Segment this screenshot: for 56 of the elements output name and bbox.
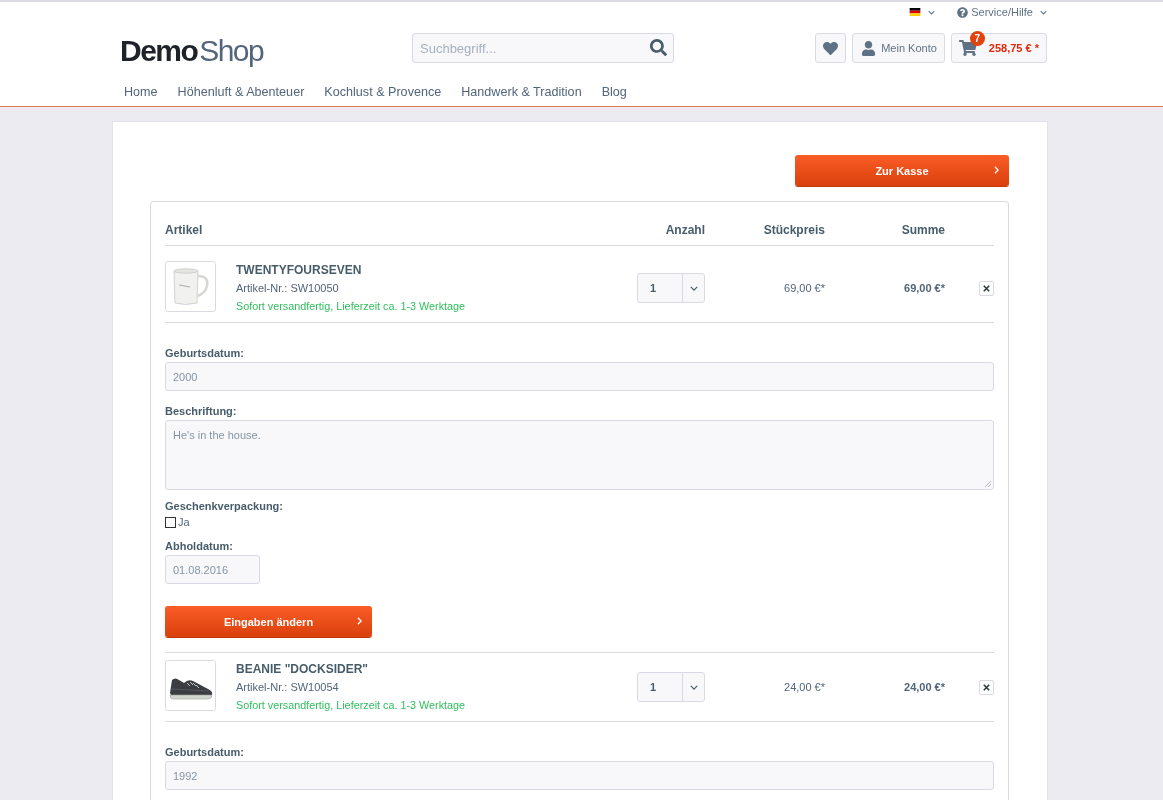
user-icon: [861, 40, 877, 56]
heart-icon: [823, 40, 839, 56]
checkout-button[interactable]: Zur Kasse: [795, 155, 1009, 186]
nav-link[interactable]: Höhenluft & Abenteuer: [177, 82, 305, 102]
column-header: Summe: [901, 223, 945, 238]
resize-grip-icon[interactable]: [985, 481, 991, 487]
chevron-right-icon: [994, 166, 999, 174]
chevron-down-icon: [689, 285, 698, 291]
delivery-status: Sofort versandfertig, Lieferzeit ca. 1-3 Werktage: [236, 698, 466, 713]
nav-link[interactable]: Blog: [601, 82, 627, 102]
service-menu[interactable]: Service/Hilfe: [957, 5, 1047, 19]
product-title[interactable]: TWENTYFOURSEVEN: [236, 261, 466, 279]
checkbox[interactable]: [165, 516, 176, 528]
chevron-down-icon: [689, 684, 698, 690]
cart-button[interactable]: 7 258,75 € *: [950, 33, 1047, 63]
field-label: Abholdatum:: [165, 539, 234, 554]
field-label: Geschenkverpackung:: [165, 499, 284, 514]
article-number: Artikel-Nr.: SW10050: [236, 281, 340, 296]
nav-link[interactable]: Home: [124, 82, 158, 102]
article-number: Artikel-Nr.: SW10054: [236, 680, 340, 695]
column-header: Anzahl: [665, 223, 705, 238]
help-icon: [957, 6, 969, 18]
cart-count-badge: 7: [969, 31, 985, 46]
unit-price: 24,00 €*: [784, 681, 825, 693]
account-button[interactable]: Mein Konto: [852, 33, 945, 63]
sneaker-drawing[interactable]: [165, 660, 216, 711]
delivery-status: Sofort versandfertig, Lieferzeit ca. 1-3 Werktage: [236, 299, 466, 314]
cart-icon: [958, 39, 977, 57]
chevron-down-icon: [1040, 9, 1047, 15]
column-header: Artikel: [165, 223, 203, 238]
search-icon[interactable]: [650, 39, 667, 56]
update-button[interactable]: Eingaben ändern: [165, 606, 372, 637]
chevron-down-icon: [928, 9, 936, 15]
line-total: 24,00 €*: [904, 681, 945, 693]
nav-link[interactable]: Handwerk & Tradition: [461, 82, 582, 102]
field-label: Geburtsdatum:: [165, 346, 245, 361]
field-label: Beschriftung:: [165, 404, 238, 419]
logo[interactable]: DemoShop: [120, 30, 412, 66]
quantity-select[interactable]: 1: [637, 672, 705, 702]
column-header: Stückpreis: [763, 223, 825, 238]
product-title[interactable]: BEANIE "DOCKSIDER": [236, 660, 466, 678]
search-field[interactable]: Suchbegriff...: [412, 33, 674, 63]
checkbox-label[interactable]: Ja: [178, 515, 190, 529]
unit-price: 69,00 €*: [784, 282, 825, 294]
field-label: Geburtsdatum:: [165, 745, 245, 760]
flag-icon: [909, 8, 922, 16]
close-icon: [983, 683, 990, 691]
nav-link[interactable]: Kochlust & Provence: [324, 82, 442, 102]
line-total: 69,00 €*: [904, 282, 945, 294]
remove-button[interactable]: [979, 679, 994, 695]
wishlist-button[interactable]: [815, 33, 847, 63]
remove-button[interactable]: [979, 280, 994, 296]
chevron-right-icon: [357, 617, 362, 625]
quantity-select[interactable]: 1: [637, 273, 705, 303]
close-icon: [983, 284, 990, 292]
language-selector[interactable]: [909, 8, 936, 16]
